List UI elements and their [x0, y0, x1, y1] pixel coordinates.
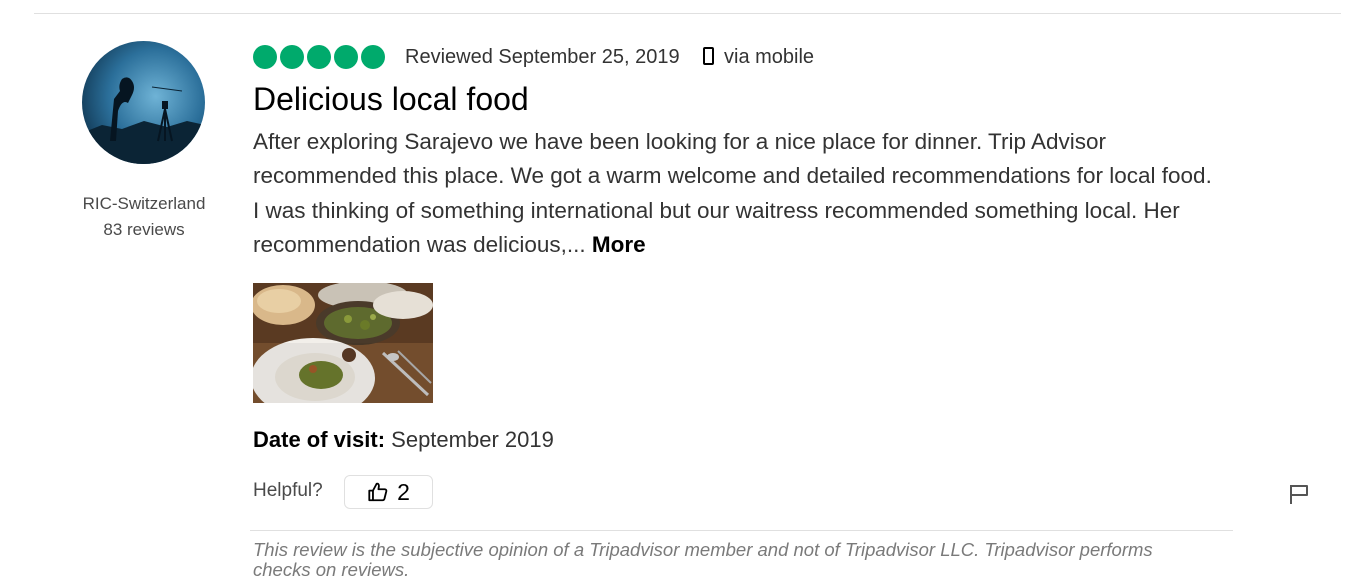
disclaimer-divider: [250, 530, 1233, 531]
review-disclaimer: This review is the subjective opinion of…: [253, 539, 1153, 580]
user-avatar-icon: [82, 41, 205, 164]
review-body: After exploring Sarajevo we have been lo…: [253, 125, 1213, 262]
flag-icon[interactable]: [1288, 483, 1310, 505]
review-title[interactable]: Delicious local food: [253, 81, 529, 118]
reviewed-date: Reviewed September 25, 2019: [405, 46, 680, 68]
food-photo-image: [253, 283, 433, 403]
date-of-visit-label: Date of visit:: [253, 427, 386, 452]
reviewer-avatar[interactable]: [82, 41, 205, 164]
review-body-text: After exploring Sarajevo we have been lo…: [253, 129, 1212, 257]
helpful-vote-button[interactable]: 2: [344, 475, 433, 509]
date-of-visit-value: September 2019: [391, 427, 554, 452]
mobile-phone-icon: [703, 47, 714, 65]
more-link[interactable]: More: [592, 232, 646, 257]
thumbs-up-icon: [368, 482, 388, 502]
rating-bubble-icon: [361, 45, 385, 69]
rating-bubble-icon: [253, 45, 277, 69]
helpful-count: 2: [397, 478, 410, 505]
review-photo[interactable]: [253, 283, 433, 403]
via-mobile-label: via mobile: [724, 46, 815, 68]
helpful-label: Helpful?: [253, 480, 323, 501]
date-of-visit: Date of visit: September 2019: [253, 427, 554, 453]
reviewer-review-count: 83 reviews: [103, 220, 185, 239]
rating-bubble-icon: [307, 45, 331, 69]
reviewer-name[interactable]: RIC-Switzerland: [60, 194, 228, 214]
top-divider: [34, 13, 1341, 14]
rating-bubble-icon: [280, 45, 304, 69]
rating-bubbles: [253, 45, 385, 69]
rating-bubble-icon: [334, 45, 358, 69]
